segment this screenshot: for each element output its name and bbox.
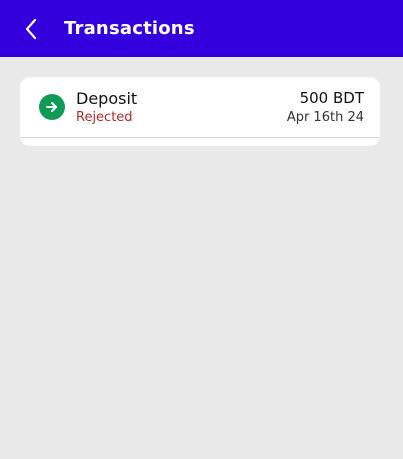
- transaction-status: Rejected: [76, 110, 133, 125]
- app-bar: Transactions: [0, 0, 403, 57]
- back-button[interactable]: [18, 15, 44, 43]
- transaction-amount: 500 BDT: [299, 89, 364, 107]
- page-title: Transactions: [64, 18, 195, 39]
- arrow-right-icon: [46, 102, 57, 112]
- transaction-row[interactable]: Deposit Rejected 500 BDT Apr 16th 24: [20, 77, 380, 138]
- transaction-type-icon: [39, 94, 65, 120]
- transactions-card: Deposit Rejected 500 BDT Apr 16th 24: [20, 77, 380, 146]
- transaction-date: Apr 16th 24: [286, 110, 364, 125]
- transaction-type: Deposit: [76, 89, 138, 108]
- chevron-left-icon: [25, 18, 37, 40]
